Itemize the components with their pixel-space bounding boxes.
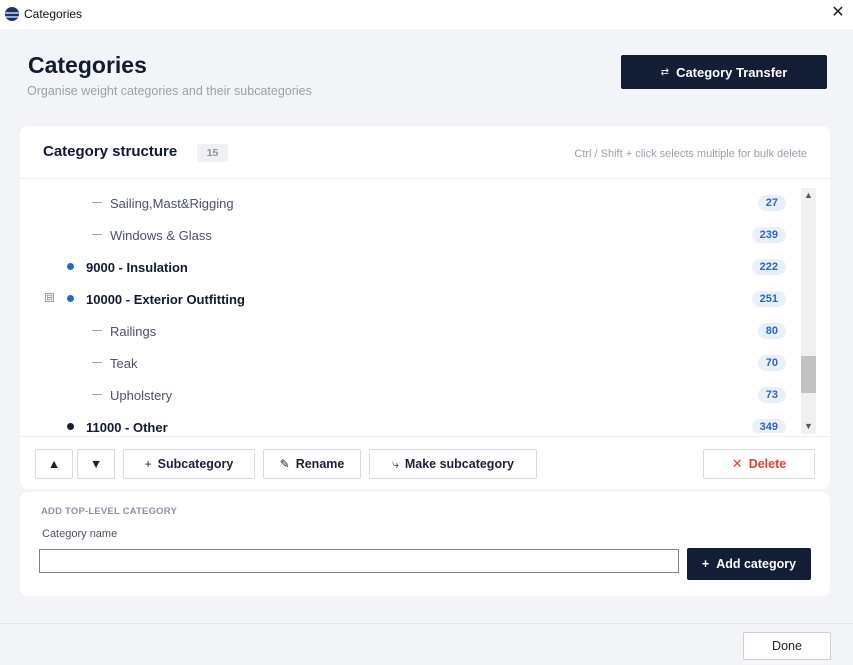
tree-subcategory-row[interactable]: Sailing,Mast&Rigging 27 [20,187,796,219]
app-logo-icon [5,7,19,21]
add-category-label: Add category [716,557,797,571]
category-label: Teak [110,356,138,371]
scroll-up-icon[interactable]: ▲ [801,188,816,203]
bullet-dot-icon [67,295,74,302]
scroll-thumb[interactable] [801,356,816,393]
category-count-badge: 80 [757,323,786,339]
category-count-badge: 70 [757,355,786,371]
structure-title: Category structure [43,143,178,160]
move-up-button[interactable]: ▲ [35,449,73,479]
category-name-input[interactable] [39,549,679,573]
category-label: 10000 - Exterior Outfitting [86,292,245,307]
footer-divider [0,623,853,624]
tree-branch-dash-icon [92,330,102,331]
add-subcategory-button[interactable]: + Subcategory [123,449,255,479]
category-count-badge: 239 [751,227,786,243]
add-section-heading: ADD TOP-LEVEL CATEGORY [41,506,178,517]
delete-label: Delete [748,457,787,471]
indent-arrow-icon: ⤷ [392,456,399,471]
collapse-toggle-icon[interactable]: ⊟ [45,293,54,302]
rename-label: Rename [295,457,345,471]
done-button[interactable]: Done [743,632,831,660]
structure-count-badge: 15 [197,144,228,162]
plus-icon: + [144,457,152,471]
tree-branch-dash-icon [92,362,102,363]
category-structure-panel: Category structure 15 Ctrl / Shift + cli… [20,126,830,489]
plus-icon: + [701,557,710,571]
add-category-panel: ADD TOP-LEVEL CATEGORY Category name + A… [20,492,830,596]
delete-button[interactable]: ✕ Delete [703,449,815,479]
subcategory-label: Subcategory [157,457,234,471]
add-category-button[interactable]: + Add category [687,548,811,580]
tree-category-row[interactable]: 11000 - Other 349 [20,411,796,433]
category-label: 9000 - Insulation [86,260,188,275]
category-label: 11000 - Other [86,420,168,433]
category-label: Upholstery [110,388,173,403]
category-count-badge: 349 [751,419,786,433]
delete-x-icon: ✕ [731,456,743,471]
category-transfer-button[interactable]: ⇄ Category Transfer [621,55,827,89]
pencil-icon: ✎ [279,457,290,471]
bullet-dot-icon [67,263,74,270]
tree-subcategory-row[interactable]: Upholstery 73 [20,379,796,411]
close-icon[interactable]: ✕ [829,4,847,22]
tree-branch-dash-icon [92,394,102,395]
tree-subcategory-row[interactable]: Windows & Glass 239 [20,219,796,251]
divider [20,436,830,437]
window-title: Categories [24,7,83,21]
make-subcategory-button[interactable]: ⤷ Make subcategory [369,449,537,479]
tree-scrollbar[interactable]: ▲ ▼ [801,188,816,434]
category-count-badge: 27 [757,195,786,211]
bullet-dot-icon [67,423,74,430]
category-name-label: Category name [42,528,118,540]
move-down-button[interactable]: ▼ [77,449,115,479]
arrow-down-icon: ▼ [89,457,103,471]
category-count-badge: 222 [751,259,786,275]
category-count-badge: 73 [757,387,786,403]
window-titlebar: Categories ✕ [0,0,853,29]
tree-branch-dash-icon [92,202,102,203]
make-subcategory-label: Make subcategory [404,457,514,471]
tree-category-row[interactable]: ⊟ 10000 - Exterior Outfitting 251 [20,283,796,315]
tree-branch-dash-icon [92,234,102,235]
arrow-up-icon: ▲ [47,457,61,471]
divider [20,178,830,179]
tree-category-row[interactable]: 9000 - Insulation 222 [20,251,796,283]
category-label: Windows & Glass [110,228,212,243]
scroll-down-icon[interactable]: ▼ [801,419,816,434]
tree-subcategory-row[interactable]: Railings 80 [20,315,796,347]
page-subtitle: Organise weight categories and their sub… [27,84,312,98]
category-label: Railings [110,324,157,339]
category-count-badge: 251 [751,291,786,307]
page-title: Categories [28,52,147,78]
bulk-select-hint: Ctrl / Shift + click selects multiple fo… [574,148,807,160]
rename-button[interactable]: ✎ Rename [263,449,361,479]
tree-subcategory-row[interactable]: Teak 70 [20,347,796,379]
category-transfer-label: Category Transfer [676,64,788,80]
category-label: Sailing,Mast&Rigging [110,196,234,211]
transfer-icon: ⇄ [660,66,670,78]
category-tree: Sailing,Mast&Rigging 27 Windows & Glass 239… [20,187,796,433]
